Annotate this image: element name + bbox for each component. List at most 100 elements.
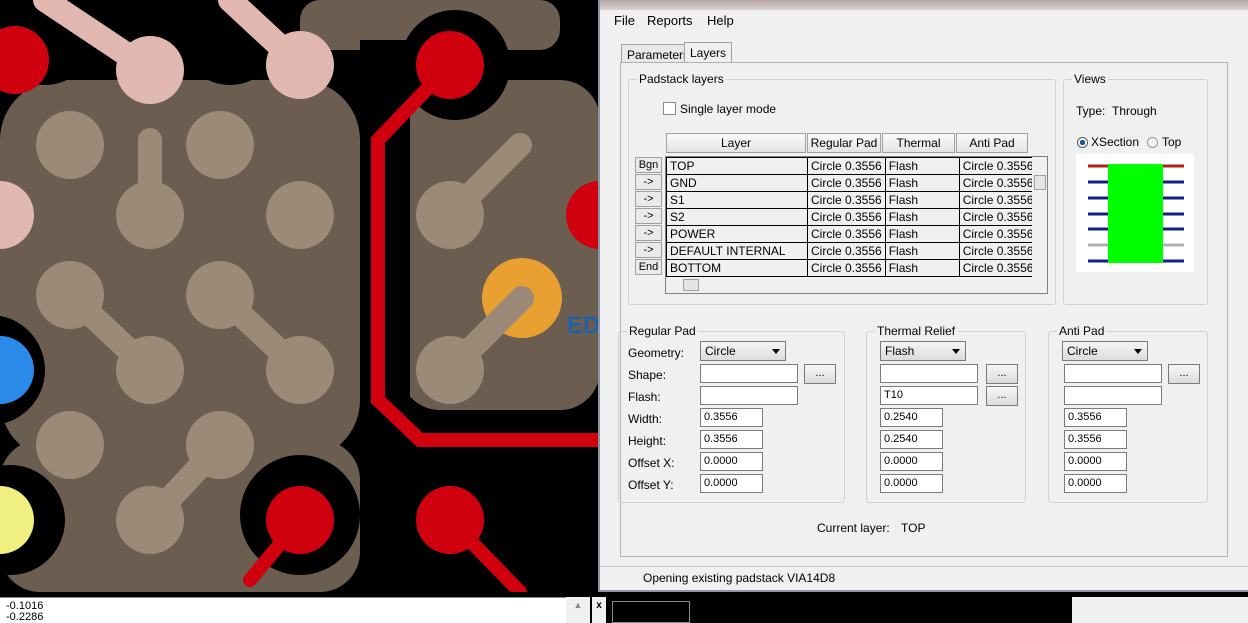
row-nav-button[interactable]: End [635,259,662,275]
top-radio[interactable] [1147,137,1158,148]
thermal-relief-geometry-select[interactable]: Flash [880,341,966,361]
layer-name-cell[interactable]: POWER [666,225,808,243]
xsection-radio[interactable] [1077,137,1088,148]
row-nav-button[interactable]: -> [635,174,662,190]
anti-pad-cell[interactable]: Circle 0.3556 [958,174,1040,192]
regular-pad-shape-field[interactable] [700,364,798,383]
table-row[interactable]: S1 Circle 0.3556 Flash Circle 0.3556 [666,191,1040,209]
anti-pad-cell[interactable]: Circle 0.3556 [958,191,1040,209]
single-layer-mode-label: Single layer mode [680,102,777,116]
row-nav-button[interactable]: -> [635,191,662,207]
regular-pad-offset-x-field[interactable]: 0.0000 [700,452,763,471]
thermal-relief-cell[interactable]: Flash [884,225,960,243]
table-row[interactable]: DEFAULT INTERNAL Circle 0.3556 Flash Circle… [666,242,1040,260]
regular-pad-width-field[interactable]: 0.3556 [700,408,763,427]
xsection-preview [1076,154,1194,272]
layer-name-cell[interactable]: GND [666,174,808,192]
thermal-relief-offset-y-field[interactable]: 0.0000 [880,474,943,493]
anti-pad-cell[interactable]: Circle 0.3556 [958,208,1040,226]
anti-pad-flash-field[interactable] [1064,386,1162,405]
regular-pad-flash-field[interactable] [700,386,798,405]
anti-pad-shape-browse-button[interactable]: ... [1168,364,1200,384]
thermal-relief-flash-field[interactable]: T10 [880,386,978,405]
anti-pad-geometry-select[interactable]: Circle [1062,341,1148,361]
layer-name-cell[interactable]: BOTTOM [666,259,808,277]
xsection-label: XSection [1091,135,1140,149]
type-label: Type: [1076,104,1106,118]
anti-pad-offset-y-field[interactable]: 0.0000 [1064,474,1127,493]
column-header-thermal-relief[interactable]: Thermal Relief [882,133,955,168]
anti-pad-offset-x-field[interactable]: 0.0000 [1064,452,1127,471]
menu-help[interactable]: Help [707,13,734,28]
regular-pad-cell[interactable]: Circle 0.3556 [807,208,886,226]
row-nav-button[interactable]: -> [635,208,662,224]
layer-name-cell[interactable]: DEFAULT INTERNAL [666,242,808,260]
type-value: Through [1112,104,1157,118]
thermal-relief-shape-browse-button[interactable]: ... [986,364,1018,384]
top-label: Top [1162,135,1182,149]
column-header-anti-pad[interactable]: Anti Pad [956,133,1028,153]
row-nav-button[interactable]: -> [635,242,662,258]
anti-pad-cell[interactable]: Circle 0.3556 [958,225,1040,243]
scrollbar-thumb[interactable] [1034,175,1046,190]
console-line: -0.1016 [6,600,44,612]
thermal-relief-height-field[interactable]: 0.2540 [880,430,943,449]
layer-name-cell[interactable]: S1 [666,191,808,209]
anti-pad-cell[interactable]: Circle 0.3556 [958,157,1040,175]
scrollbar-thumb[interactable] [683,279,699,291]
table-row[interactable]: TOP Circle 0.3556 Flash Circle 0.3556 [666,157,1040,175]
layer-name-cell[interactable]: S2 [666,208,808,226]
console-output[interactable]: -0.1016 -0.2286 [0,597,566,623]
row-nav-button[interactable]: -> [635,225,662,241]
padstack-layers-title: Padstack layers [637,72,726,86]
thermal-relief-width-field[interactable]: 0.2540 [880,408,943,427]
table-row[interactable]: S2 Circle 0.3556 Flash Circle 0.3556 [666,208,1040,226]
anti-pad-cell[interactable]: Circle 0.3556 [958,259,1040,277]
thermal-relief-shape-field[interactable] [880,364,978,383]
thermal-relief-cell[interactable]: Flash [884,191,960,209]
regular-pad-cell[interactable]: Circle 0.3556 [807,191,886,209]
regular-pad-offset-y-field[interactable]: 0.0000 [700,474,763,493]
right-bar [1072,597,1248,623]
close-icon[interactable]: x [592,597,606,623]
single-layer-mode-checkbox[interactable] [663,102,676,115]
anti-pad-shape-field[interactable] [1064,364,1162,383]
pcb-canvas[interactable] [0,0,600,592]
layer-name-cell[interactable]: TOP [666,157,808,175]
mini-view [612,601,690,623]
thermal-relief-title: Thermal Relief [875,324,958,338]
table-row[interactable]: POWER Circle 0.3556 Flash Circle 0.3556 [666,225,1040,243]
console-scrollbar[interactable]: ▲ [566,597,590,623]
thermal-relief-cell[interactable]: Flash [884,242,960,260]
thermal-relief-flash-browse-button[interactable]: ... [986,386,1018,406]
thermal-relief-cell[interactable]: Flash [884,259,960,277]
menu-file[interactable]: File [614,13,635,28]
thermal-relief-offset-x-field[interactable]: 0.0000 [880,452,943,471]
menu-reports[interactable]: Reports [647,13,693,28]
regular-pad-height-field[interactable]: 0.3556 [700,430,763,449]
regular-pad-shape-browse-button[interactable]: ... [804,364,836,384]
regular-pad-cell[interactable]: Circle 0.3556 [807,242,886,260]
table-row[interactable]: BOTTOM Circle 0.3556 Flash Circle 0.3556 [666,259,1040,277]
anti-pad-width-field[interactable]: 0.3556 [1064,408,1127,427]
status-bar: Opening existing padstack VIA14D8 [600,566,1248,588]
table-row[interactable]: GND Circle 0.3556 Flash Circle 0.3556 [666,174,1040,192]
regular-pad-cell[interactable]: Circle 0.3556 [807,174,886,192]
thermal-relief-cell[interactable]: Flash [884,157,960,175]
grid-horizontal-scrollbar[interactable] [666,277,1032,293]
regular-pad-geometry-select[interactable]: Circle [700,341,786,361]
tab-layers[interactable]: Layers [684,42,733,64]
regular-pad-cell[interactable]: Circle 0.3556 [807,157,886,175]
regular-pad-cell[interactable]: Circle 0.3556 [807,225,886,243]
row-nav-button[interactable]: Bgn [635,157,662,173]
anti-pad-title: Anti Pad [1057,324,1107,338]
regular-pad-cell[interactable]: Circle 0.3556 [807,259,886,277]
grid-vertical-scrollbar[interactable] [1032,157,1047,277]
thermal-relief-cell[interactable]: Flash [884,208,960,226]
anti-pad-cell[interactable]: Circle 0.3556 [958,242,1040,260]
anti-pad-height-field[interactable]: 0.3556 [1064,430,1127,449]
column-header-regular-pad[interactable]: Regular Pad [807,133,881,153]
title-bar[interactable] [600,0,1248,10]
column-header-layer[interactable]: Layer [666,133,806,153]
thermal-relief-cell[interactable]: Flash [884,174,960,192]
